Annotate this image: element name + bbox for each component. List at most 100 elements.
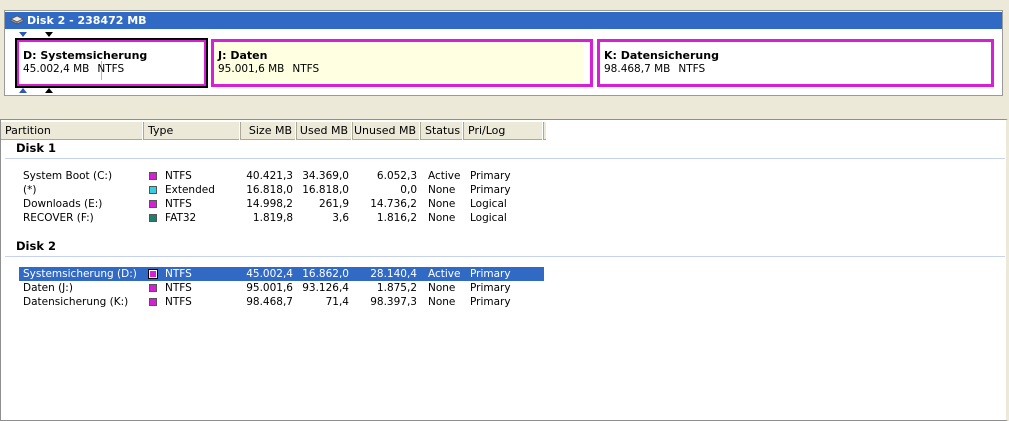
cell-used: 3,6 [332, 212, 349, 224]
partition-block-j[interactable]: J: Daten 95.001,6 MB NTFS [211, 39, 593, 87]
cell-size: 1.819,8 [252, 212, 293, 224]
cell-status: None [428, 212, 456, 224]
cell-partition: System Boot (C:) [23, 170, 113, 182]
partition-block-size: 45.002,4 MB [23, 63, 90, 75]
partition-block-name: K: Datensicherung [604, 49, 719, 62]
end-marker-top-icon[interactable] [45, 32, 53, 37]
cell-unused: 0,0 [400, 184, 417, 196]
cell-unused: 98.397,3 [370, 296, 417, 308]
cell-type: NTFS [165, 296, 192, 308]
end-marker-bottom-icon[interactable] [45, 88, 53, 93]
cell-size: 16.818,0 [246, 184, 293, 196]
partition-block-name: J: Daten [218, 49, 268, 62]
partition-block-info: 98.468,7 MB NTFS [604, 63, 713, 75]
partition-block-fs: NTFS [678, 63, 706, 75]
column-header-used[interactable]: Used MB [297, 122, 353, 140]
partition-block-fs: NTFS [292, 63, 320, 75]
table-row[interactable]: Systemsicherung (D:) NTFS 45.002,4 16.862,0… [18, 266, 545, 282]
cell-prilog: Logical [470, 212, 507, 224]
disk-map-panel: Disk 2 - 238472 MB D: Systemsicherung 45… [0, 0, 1009, 113]
cell-size: 40.421,3 [246, 170, 293, 182]
filesystem-color-icon [149, 186, 157, 194]
cell-status: None [428, 296, 456, 308]
partition-block-info: 95.001,6 MB NTFS [218, 63, 327, 75]
cell-type: NTFS [165, 198, 192, 210]
cell-used: 71,4 [325, 296, 349, 308]
group-title[interactable]: Disk 2 [16, 239, 56, 253]
table-row[interactable]: (*) Extended 16.818,0 16.818,0 0,0 None Primar… [19, 183, 544, 197]
partition-block-name: D: Systemsicherung [23, 49, 148, 62]
cell-prilog: Primary [470, 184, 511, 196]
partition-block-info: 45.002,4 MB NTFS [23, 63, 132, 75]
cell-type: NTFS [165, 170, 192, 182]
cell-size: 95.001,6 [246, 282, 293, 294]
filesystem-color-icon [149, 298, 157, 306]
table-row[interactable]: RECOVER (F:) FAT32 1.819,8 3,6 1.816,2 None Lo… [19, 211, 544, 225]
partition-block-k[interactable]: K: Datensicherung 98.468,7 MB NTFS [597, 39, 994, 87]
cell-partition: Downloads (E:) [23, 198, 103, 210]
partition-list: Partition Type Size MB Used MB Unused MB… [0, 119, 1008, 421]
cell-status: None [428, 184, 456, 196]
filesystem-color-icon [149, 284, 157, 292]
table-row[interactable]: Daten (J:) NTFS 95.001,6 93.126,4 1.875,2 Non… [19, 281, 544, 295]
cell-type: NTFS [165, 268, 192, 280]
column-header-prilog[interactable]: Pri/Log [464, 122, 544, 140]
filesystem-color-icon [148, 269, 158, 279]
hard-disk-icon [10, 15, 24, 25]
cell-type: NTFS [165, 282, 192, 294]
cell-used: 34.369,0 [302, 170, 349, 182]
cell-partition: Systemsicherung (D:) [23, 268, 137, 280]
cell-prilog: Primary [470, 170, 511, 182]
column-header-type[interactable]: Type [144, 122, 241, 140]
partition-block-size: 98.468,7 MB [604, 63, 671, 75]
cell-prilog: Primary [470, 268, 511, 280]
table-row[interactable]: System Boot (C:) NTFS 40.421,3 34.369,0 6.05… [19, 169, 544, 183]
cell-used: 261,9 [318, 198, 349, 210]
cell-unused: 1.816,2 [376, 212, 417, 224]
cell-status: Active [428, 268, 461, 280]
disk-header[interactable]: Disk 2 - 238472 MB [5, 12, 1002, 29]
cell-unused: 6.052,3 [376, 170, 417, 182]
column-header-status[interactable]: Status [421, 122, 464, 140]
column-header-size[interactable]: Size MB [241, 122, 297, 140]
cell-size: 14.998,2 [246, 198, 293, 210]
group-separator [5, 158, 1005, 159]
cell-prilog: Primary [470, 282, 511, 294]
group-separator [5, 256, 1005, 257]
partition-block-fs: NTFS [97, 63, 125, 75]
cell-prilog: Primary [470, 296, 511, 308]
cell-used: 93.126,4 [302, 282, 349, 294]
cell-used: 16.818,0 [302, 184, 349, 196]
cell-unused: 28.140,4 [370, 268, 417, 280]
cell-status: None [428, 282, 456, 294]
cell-prilog: Logical [470, 198, 507, 210]
partition-block-d[interactable]: D: Systemsicherung 45.002,4 MB NTFS [15, 38, 208, 88]
cell-size: 45.002,4 [246, 268, 293, 280]
cell-partition: Daten (J:) [23, 282, 73, 294]
disk-map: Disk 2 - 238472 MB D: Systemsicherung 45… [4, 10, 1003, 96]
group-title[interactable]: Disk 1 [16, 141, 56, 155]
cell-partition: (*) [23, 184, 37, 196]
disk-title: Disk 2 - 238472 MB [27, 14, 147, 27]
cell-partition: Datensicherung (K:) [23, 296, 129, 308]
table-row[interactable]: Datensicherung (K:) NTFS 98.468,7 71,4 98.39… [19, 295, 544, 309]
cell-partition: RECOVER (F:) [23, 212, 94, 224]
cell-unused: 1.875,2 [376, 282, 417, 294]
column-header-row: Partition Type Size MB Used MB Unused MB… [1, 122, 546, 140]
cell-type: FAT32 [165, 212, 197, 224]
cell-status: Active [428, 170, 461, 182]
cell-size: 98.468,7 [246, 296, 293, 308]
start-marker-bottom-icon[interactable] [19, 88, 27, 93]
table-row[interactable]: Downloads (E:) NTFS 14.998,2 261,9 14.736,2 N… [19, 197, 544, 211]
partition-block-size: 95.001,6 MB [218, 63, 285, 75]
cell-status: None [428, 198, 456, 210]
filesystem-color-icon [149, 200, 157, 208]
column-header-partition[interactable]: Partition [1, 122, 144, 140]
column-header-unused[interactable]: Unused MB [353, 122, 421, 140]
cell-unused: 14.736,2 [370, 198, 417, 210]
filesystem-color-icon [149, 214, 157, 222]
start-marker-top-icon[interactable] [19, 32, 27, 37]
cell-type: Extended [165, 184, 215, 196]
cell-used: 16.862,0 [302, 268, 349, 280]
filesystem-color-icon [149, 172, 157, 180]
